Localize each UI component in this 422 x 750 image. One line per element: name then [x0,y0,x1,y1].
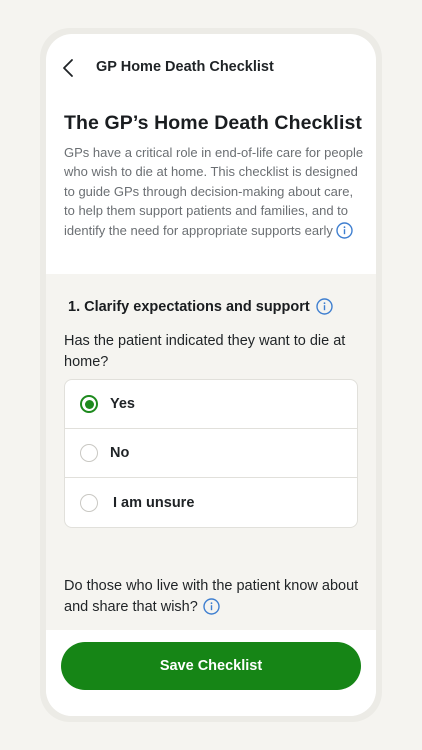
info-icon[interactable] [316,298,333,315]
option-label: I am unsure [113,494,195,511]
checklist-description: GPs have a critical role in end-of-life … [64,143,364,240]
option-yes[interactable]: Yes [65,380,357,429]
option-label: Yes [110,396,135,412]
radio-group: Yes No I am unsure [64,379,358,528]
radio-selected[interactable] [80,395,98,413]
checklist-section: 1. Clarify expectations and support Has … [46,274,376,634]
save-checklist-button[interactable]: Save Checklist [61,642,361,690]
top-bar: GP Home Death Checklist [46,34,376,104]
footer-bar: Save Checklist [46,630,376,716]
app-screen: GP Home Death Checklist The GP’s Home De… [46,34,376,716]
info-icon[interactable] [336,221,353,239]
radio-unselected[interactable] [80,493,98,512]
chevron-left-icon [63,59,73,77]
question-1: Has the patient indicated they want to d… [64,333,346,370]
option-unsure[interactable]: I am unsure [65,478,357,527]
section-title: 1. Clarify expectations and support [68,298,333,315]
question-2: Do those who live with the patient know … [64,576,360,618]
intro-section: The GP’s Home Death Checklist GPs have a… [64,112,364,240]
section-title-text: 1. Clarify expectations and support [68,298,310,315]
info-icon[interactable] [203,598,220,615]
radio-unselected[interactable] [80,444,98,462]
checklist-heading: The GP’s Home Death Checklist [64,112,363,134]
page-title: GP Home Death Checklist [96,59,274,75]
description-text: GPs have a critical role in end-of-life … [64,145,364,238]
option-label: No [110,445,130,461]
phone-frame: GP Home Death Checklist The GP’s Home De… [40,28,382,722]
option-no[interactable]: No [65,429,357,478]
back-button[interactable] [58,55,78,81]
